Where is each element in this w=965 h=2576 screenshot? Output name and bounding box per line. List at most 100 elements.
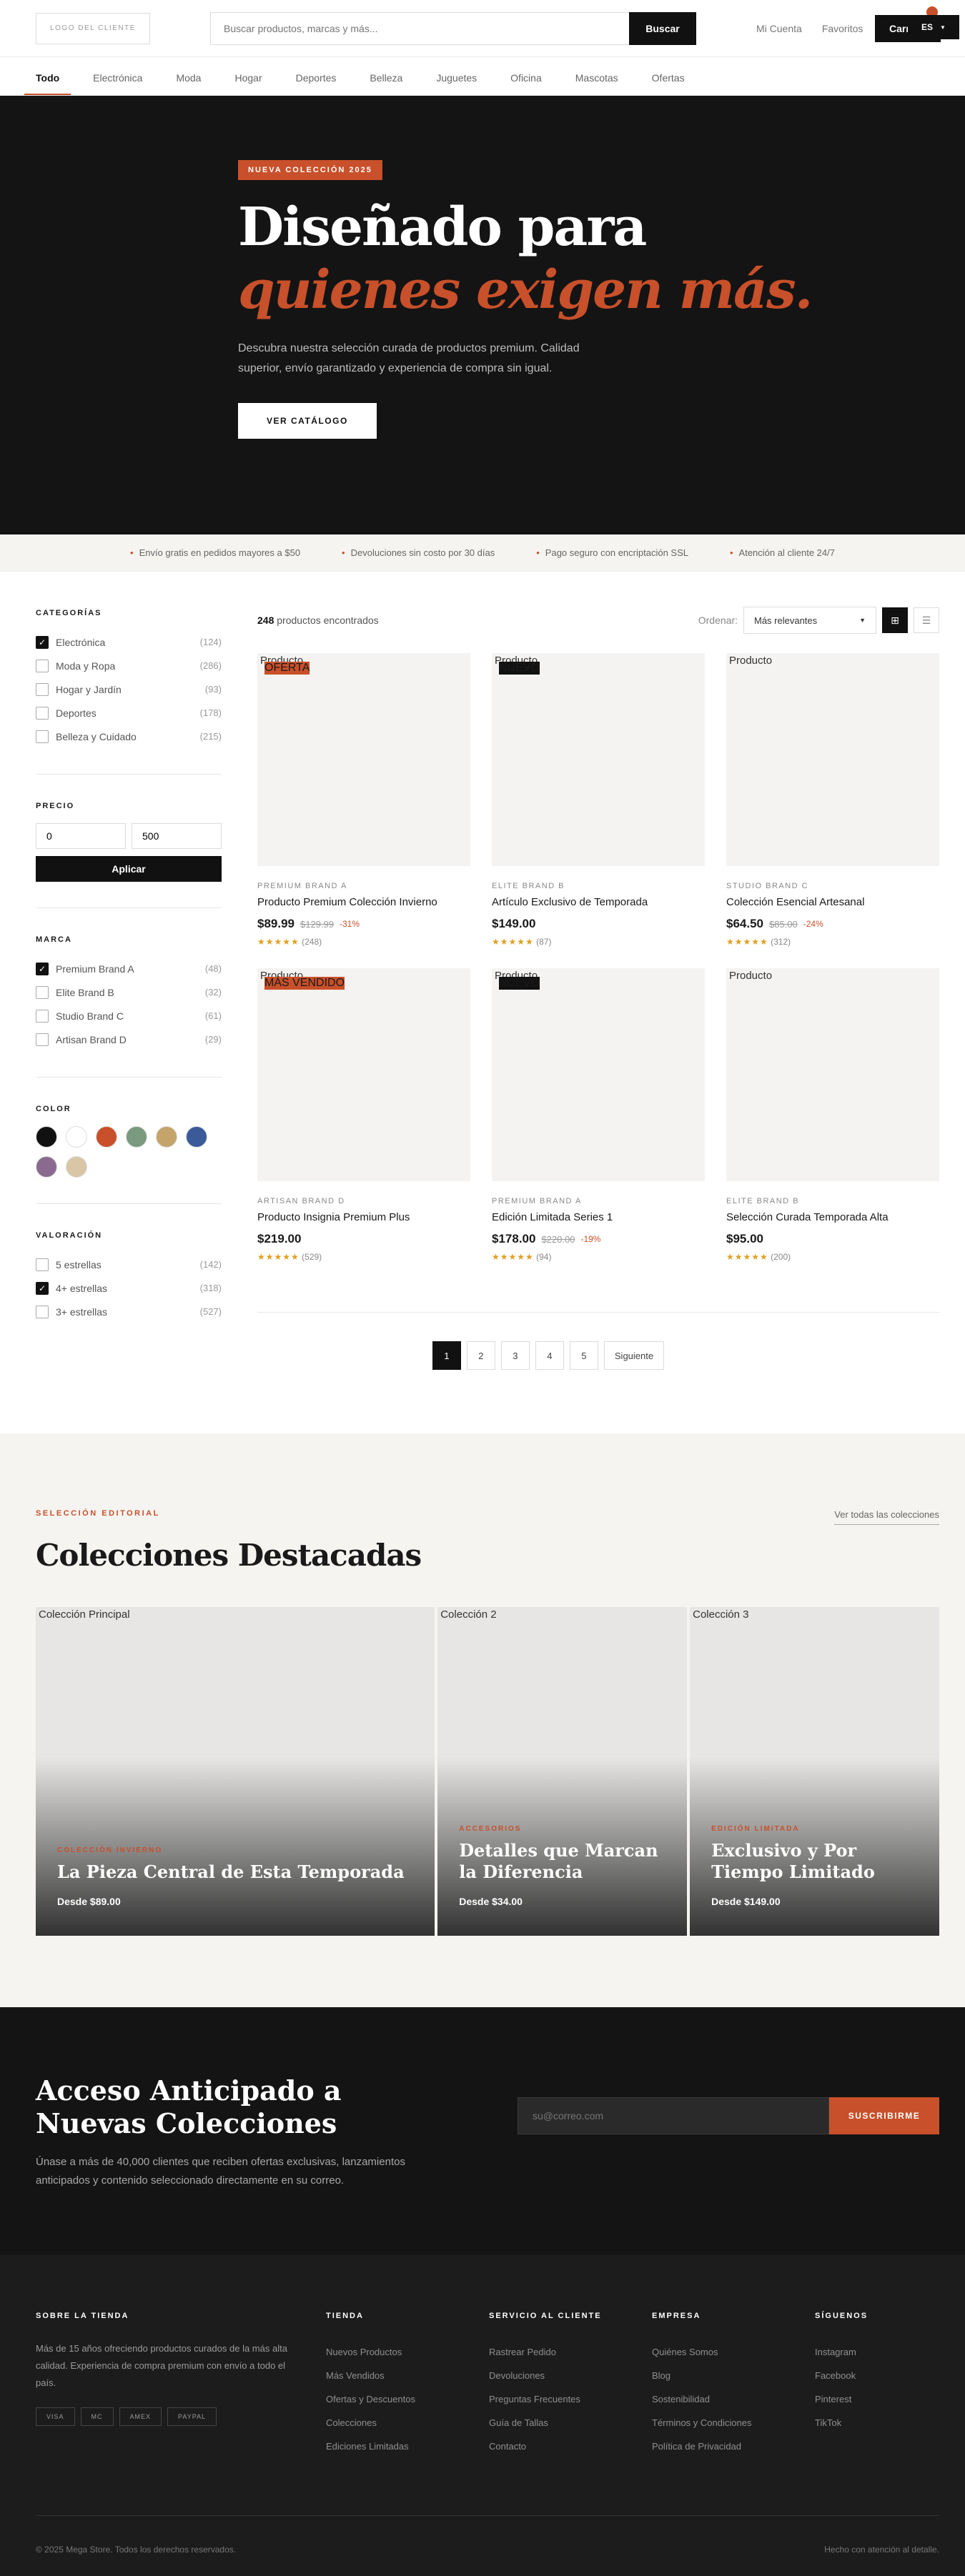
footer-link[interactable]: Contacto [489,2435,652,2458]
filter-option[interactable]: Moda y Ropa (286) [36,654,222,677]
collection-card[interactable]: Colección 3 EDICIÓN LIMITADA Exclusivo y P… [690,1607,939,1936]
view-catalog-button[interactable]: VER CATÁLOGO [238,403,377,439]
page-button[interactable]: 1 [432,1341,461,1370]
footer-link[interactable]: Términos y Condiciones [652,2411,815,2435]
nav-item-6[interactable]: Juguetes [425,72,488,95]
view-all-collections-link[interactable]: Ver todas las colecciones [834,1509,939,1525]
nav-item-7[interactable]: Oficina [499,72,553,95]
account-link[interactable]: Mi Cuenta [756,23,802,34]
product-card[interactable]: Producto NUEVO PREMIUM BRAND A Edición Limi… [492,968,705,1262]
nav-item-5[interactable]: Belleza [358,72,414,95]
checkbox[interactable] [36,1009,49,1023]
nav-item-9[interactable]: Ofertas [640,72,696,95]
product-image[interactable]: Producto [257,968,470,1181]
color-swatch[interactable] [186,1126,207,1148]
product-name[interactable]: Producto Premium Colección Invierno [257,896,470,908]
footer-link[interactable]: Rastrear Pedido [489,2340,652,2364]
product-image[interactable]: Producto [257,653,470,866]
color-swatch[interactable] [36,1156,57,1178]
footer-link[interactable]: Blog [652,2364,815,2387]
product-image[interactable]: Producto [726,968,939,1181]
email-field[interactable] [518,2097,829,2134]
product-card[interactable]: Producto MÁS VENDIDO ARTISAN BRAND D Produc… [257,968,470,1262]
logo[interactable]: LOGO DEL CLIENTE [36,12,150,44]
grid-view-icon[interactable]: ⊞ [882,607,908,633]
checkbox[interactable]: ✓ [36,635,49,649]
footer-link[interactable]: Nuevos Productos [326,2340,489,2364]
color-swatch[interactable] [66,1126,87,1148]
product-name[interactable]: Edición Limitada Series 1 [492,1211,705,1223]
product-name[interactable]: Producto Insignia Premium Plus [257,1211,470,1223]
nav-item-3[interactable]: Hogar [223,72,273,95]
collection-card[interactable]: Colección Principal COLECCIÓN INVIERNO La … [36,1607,435,1936]
footer-link[interactable]: Ediciones Limitadas [326,2435,489,2458]
product-image[interactable]: Producto [726,653,939,866]
product-name[interactable]: Artículo Exclusivo de Temporada [492,896,705,908]
filter-option[interactable]: Elite Brand B (32) [36,980,222,1004]
product-card[interactable]: Producto STUDIO BRAND C Colección Esencial… [726,653,939,947]
color-swatch[interactable] [66,1156,87,1178]
filter-option[interactable]: ✓ 4+ estrellas (318) [36,1276,222,1300]
product-card[interactable]: Producto ELITE BRAND B Selección Curada Te… [726,968,939,1262]
product-name[interactable]: Colección Esencial Artesanal [726,896,939,908]
price-min-input[interactable] [36,823,126,849]
next-page-button[interactable]: Siguiente [603,1341,665,1370]
footer-link[interactable]: Política de Privacidad [652,2435,815,2458]
product-name[interactable]: Selección Curada Temporada Alta [726,1211,939,1223]
page-button[interactable]: 2 [466,1341,495,1370]
footer-link[interactable]: Más Vendidos [326,2364,489,2387]
product-image[interactable]: Producto [492,968,705,1181]
checkbox[interactable] [36,659,49,672]
list-view-icon[interactable]: ☰ [914,607,939,633]
color-swatch[interactable] [96,1126,117,1148]
checkbox[interactable] [36,706,49,720]
filter-option[interactable]: ✓ Premium Brand A (48) [36,957,222,980]
color-swatch[interactable] [156,1126,177,1148]
search-input[interactable] [210,11,629,45]
nav-item-2[interactable]: Moda [164,72,212,95]
filter-option[interactable]: Hogar y Jardín (93) [36,677,222,701]
footer-link[interactable]: Pinterest [815,2387,922,2411]
nav-item-4[interactable]: Deportes [284,72,348,95]
product-card[interactable]: Producto OFERTA PREMIUM BRAND A Producto Pr… [257,653,470,947]
footer-link[interactable]: Quiénes Somos [652,2340,815,2364]
checkbox[interactable] [36,985,49,999]
footer-link[interactable]: Facebook [815,2364,922,2387]
checkbox[interactable] [36,682,49,696]
footer-link[interactable]: Colecciones [326,2411,489,2435]
subscribe-button[interactable]: SUSCRIBIRME [829,2097,939,2134]
sort-select[interactable]: Más relevantes ▼ [743,607,876,634]
filter-option[interactable]: Deportes (178) [36,701,222,725]
checkbox[interactable] [36,1033,49,1046]
footer-link[interactable]: Guía de Tallas [489,2411,652,2435]
page-button[interactable]: 4 [535,1341,564,1370]
apply-price-button[interactable]: Aplicar [36,856,222,882]
checkbox[interactable]: ✓ [36,962,49,975]
checkbox[interactable] [36,1258,49,1271]
language-selector[interactable]: ES ▼ [908,15,959,39]
nav-item-0[interactable]: Todo [24,72,71,95]
nav-item-1[interactable]: Electrónica [81,72,154,95]
footer-link[interactable]: Instagram [815,2340,922,2364]
footer-link[interactable]: TikTok [815,2411,922,2435]
nav-item-8[interactable]: Mascotas [564,72,630,95]
checkbox[interactable] [36,730,49,743]
footer-link[interactable]: Preguntas Frecuentes [489,2387,652,2411]
checkbox[interactable]: ✓ [36,1281,49,1295]
checkbox[interactable] [36,1305,49,1318]
footer-link[interactable]: Devoluciones [489,2364,652,2387]
color-swatch[interactable] [126,1126,147,1148]
color-swatch[interactable] [36,1126,57,1148]
filter-option[interactable]: 5 estrellas (142) [36,1253,222,1276]
page-button[interactable]: 5 [569,1341,598,1370]
footer-link[interactable]: Ofertas y Descuentos [326,2387,489,2411]
filter-option[interactable]: Belleza y Cuidado (215) [36,725,222,748]
product-image[interactable]: Producto [492,653,705,866]
product-card[interactable]: Producto NUEVO ELITE BRAND B Artículo Exclu… [492,653,705,947]
price-max-input[interactable] [132,823,222,849]
page-button[interactable]: 3 [500,1341,530,1370]
search-button[interactable]: Buscar [629,11,696,45]
favorites-link[interactable]: Favoritos [822,23,863,34]
filter-option[interactable]: ✓ Electrónica (124) [36,630,222,654]
filter-option[interactable]: Artisan Brand D (29) [36,1028,222,1051]
